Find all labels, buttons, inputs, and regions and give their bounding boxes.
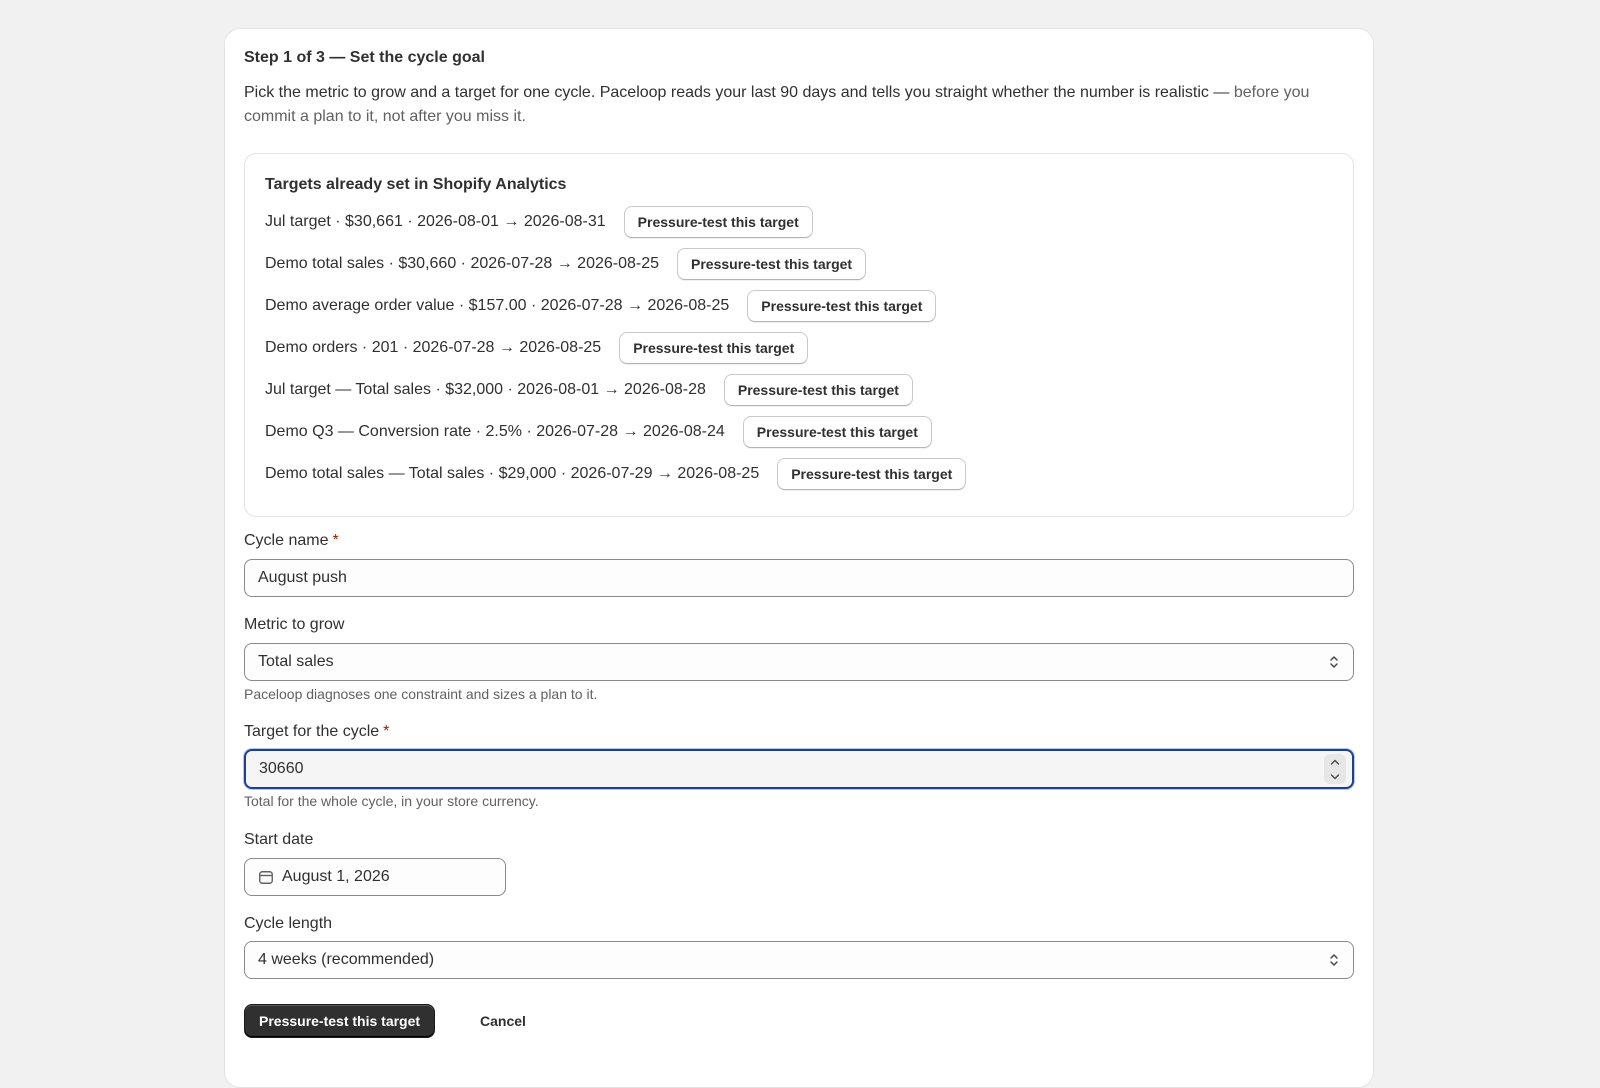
target-description: Demo Q3 — Conversion rate · 2.5% · 2026-… [265, 423, 725, 440]
start-date-label: Start date [244, 831, 314, 848]
target-description: Demo total sales · $30,660 · 2026-07-28 … [265, 255, 660, 272]
pressure-test-submit-button[interactable]: Pressure-test this target [244, 1004, 436, 1038]
start-date-value: August 1, 2026 [282, 868, 390, 885]
target-row: Demo total sales — Total sales · $29,000… [265, 457, 967, 491]
existing-targets-panel: Targets already set in Shopify Analytics… [244, 153, 1354, 517]
existing-targets-title: Targets already set in Shopify Analytics [265, 176, 567, 193]
target-label: Target for the cycle * [244, 723, 389, 741]
target-description: Jul target — Total sales · $32,000 · 202… [265, 381, 706, 398]
metric-select[interactable]: Total sales [244, 643, 1354, 681]
step-intro: Pick the metric to grow and a target for… [244, 81, 1354, 129]
pressure-test-target-button[interactable]: Pressure-test this target [747, 290, 937, 322]
target-description: Demo orders · 201 · 2026-07-28 → 2026-08… [265, 339, 602, 356]
cycle-name-label-text: Cycle name [244, 532, 329, 549]
cycle-name-input[interactable]: August push [244, 559, 1354, 597]
required-mark: * [332, 532, 339, 549]
pressure-test-target-button[interactable]: Pressure-test this target [742, 416, 932, 448]
calendar-icon [258, 869, 274, 885]
pressure-test-target-button[interactable]: Pressure-test this target [723, 374, 913, 406]
target-description: Demo total sales — Total sales · $29,000… [265, 465, 760, 482]
target-row: Jul target · $30,661 · 2026-08-01 → 2026… [265, 205, 813, 239]
target-label-text: Target for the cycle [244, 723, 380, 740]
target-description: Demo average order value · $157.00 · 202… [265, 297, 730, 314]
cycle-length-select[interactable]: 4 weeks (recommended) [244, 941, 1354, 979]
cycle-name-value: August push [258, 569, 347, 586]
cycle-name-label: Cycle name * [244, 532, 339, 550]
start-date-input[interactable]: August 1, 2026 [244, 858, 506, 896]
number-stepper-icon[interactable] [1324, 754, 1346, 784]
pressure-test-target-button[interactable]: Pressure-test this target [623, 206, 813, 238]
target-row: Demo Q3 — Conversion rate · 2.5% · 2026-… [265, 415, 932, 449]
metric-select-value: Total sales [258, 653, 334, 670]
target-row: Jul target — Total sales · $32,000 · 202… [265, 373, 913, 407]
metric-help-text: Paceloop diagnoses one constraint and si… [244, 686, 598, 702]
cancel-button[interactable]: Cancel [468, 1004, 538, 1038]
pressure-test-target-button[interactable]: Pressure-test this target [677, 248, 867, 280]
target-help-text: Total for the whole cycle, in your store… [244, 793, 539, 809]
chevron-up-down-icon [1328, 952, 1340, 968]
cycle-length-label: Cycle length [244, 915, 333, 932]
target-row: Demo total sales · $30,660 · 2026-07-28 … [265, 247, 867, 281]
pressure-test-target-button[interactable]: Pressure-test this target [777, 458, 967, 490]
target-input[interactable]: 30660 [244, 749, 1354, 789]
metric-label: Metric to grow [244, 616, 345, 633]
goal-card: Step 1 of 3 — Set the cycle goal Pick th… [224, 28, 1374, 1088]
required-mark: * [383, 723, 390, 740]
target-row: Demo average order value · $157.00 · 202… [265, 289, 937, 323]
step-title: Step 1 of 3 — Set the cycle goal [244, 49, 485, 66]
cycle-length-value: 4 weeks (recommended) [258, 951, 435, 968]
chevron-up-down-icon [1328, 654, 1340, 670]
target-description: Jul target · $30,661 · 2026-08-01 → 2026… [265, 213, 606, 230]
intro-text: Pick the metric to grow and a target for… [244, 84, 1234, 101]
target-input-value: 30660 [259, 760, 304, 777]
pressure-test-target-button[interactable]: Pressure-test this target [619, 332, 809, 364]
target-row: Demo orders · 201 · 2026-07-28 → 2026-08… [265, 331, 809, 365]
